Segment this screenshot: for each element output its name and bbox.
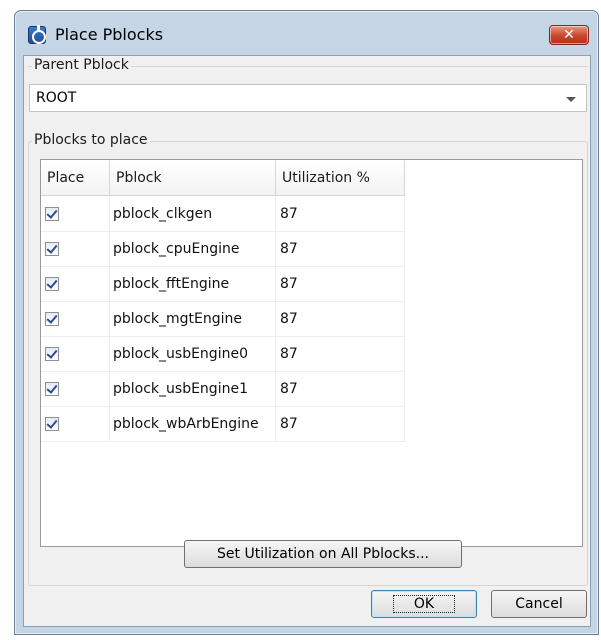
place-pblocks-dialog: Place Pblocks ✕ Parent Pblock ROOT Pbloc… bbox=[14, 10, 599, 635]
table-row[interactable]: pblock_wbArbEngine 87 bbox=[41, 407, 405, 442]
pblocks-table: Place Pblock Utilization % pblock_clkgen… bbox=[40, 159, 583, 547]
utilization-cell[interactable]: 87 bbox=[276, 267, 405, 302]
utilization-cell[interactable]: 87 bbox=[276, 232, 405, 267]
table-row[interactable]: pblock_fftEngine 87 bbox=[41, 267, 405, 302]
window-title: Place Pblocks bbox=[55, 25, 164, 44]
place-cell bbox=[41, 232, 110, 267]
place-cell bbox=[41, 372, 110, 407]
place-cell bbox=[41, 302, 110, 337]
pblock-name-cell[interactable]: pblock_wbArbEngine bbox=[110, 407, 276, 442]
parent-pblock-value: ROOT bbox=[36, 90, 77, 106]
utilization-cell[interactable]: 87 bbox=[276, 197, 405, 232]
dialog-content: Parent Pblock ROOT Pblocks to place Plac… bbox=[23, 55, 591, 627]
cancel-button[interactable]: Cancel bbox=[491, 590, 587, 618]
parent-pblock-select[interactable]: ROOT bbox=[29, 84, 587, 112]
place-cell bbox=[41, 197, 110, 232]
pblock-name-cell[interactable]: pblock_clkgen bbox=[110, 197, 276, 232]
checkbox-checked-icon[interactable] bbox=[45, 207, 59, 221]
column-header-utilization[interactable]: Utilization % bbox=[276, 160, 405, 196]
checkbox-checked-icon[interactable] bbox=[45, 347, 59, 361]
pblock-name-cell[interactable]: pblock_mgtEngine bbox=[110, 302, 276, 337]
table-header: Place Pblock Utilization % bbox=[41, 160, 405, 196]
place-cell bbox=[41, 407, 110, 442]
checkbox-checked-icon[interactable] bbox=[45, 382, 59, 396]
pblock-name-cell[interactable]: pblock_fftEngine bbox=[110, 267, 276, 302]
table-row[interactable]: pblock_clkgen 87 bbox=[41, 197, 405, 232]
checkbox-checked-icon[interactable] bbox=[45, 242, 59, 256]
pblock-name-cell[interactable]: pblock_usbEngine0 bbox=[110, 337, 276, 372]
ok-button[interactable]: OK bbox=[371, 590, 477, 618]
column-header-pblock[interactable]: Pblock bbox=[110, 160, 276, 196]
checkbox-checked-icon[interactable] bbox=[45, 277, 59, 291]
title-bar[interactable]: Place Pblocks ✕ bbox=[15, 11, 598, 55]
pblocks-to-place-label: Pblocks to place bbox=[32, 132, 150, 148]
checkbox-checked-icon[interactable] bbox=[45, 312, 59, 326]
place-cell bbox=[41, 337, 110, 372]
place-cell bbox=[41, 267, 110, 302]
table-row[interactable]: pblock_usbEngine0 87 bbox=[41, 337, 405, 372]
utilization-cell[interactable]: 87 bbox=[276, 407, 405, 442]
checkbox-checked-icon[interactable] bbox=[45, 417, 59, 431]
ok-button-label: OK bbox=[392, 595, 456, 613]
table-row[interactable]: pblock_mgtEngine 87 bbox=[41, 302, 405, 337]
table-row[interactable]: pblock_cpuEngine 87 bbox=[41, 232, 405, 267]
utilization-cell[interactable]: 87 bbox=[276, 302, 405, 337]
pblock-name-cell[interactable]: pblock_cpuEngine bbox=[110, 232, 276, 267]
table-row[interactable]: pblock_usbEngine1 87 bbox=[41, 372, 405, 407]
parent-pblock-label: Parent Pblock bbox=[32, 57, 131, 73]
pblock-name-cell[interactable]: pblock_usbEngine1 bbox=[110, 372, 276, 407]
utilization-cell[interactable]: 87 bbox=[276, 337, 405, 372]
utilization-cell[interactable]: 87 bbox=[276, 372, 405, 407]
column-header-place[interactable]: Place bbox=[41, 160, 110, 196]
chevron-down-icon[interactable] bbox=[566, 97, 576, 102]
close-button[interactable]: ✕ bbox=[549, 25, 589, 45]
set-utilization-button[interactable]: Set Utilization on All Pblocks... bbox=[184, 540, 462, 568]
app-icon bbox=[28, 25, 46, 44]
